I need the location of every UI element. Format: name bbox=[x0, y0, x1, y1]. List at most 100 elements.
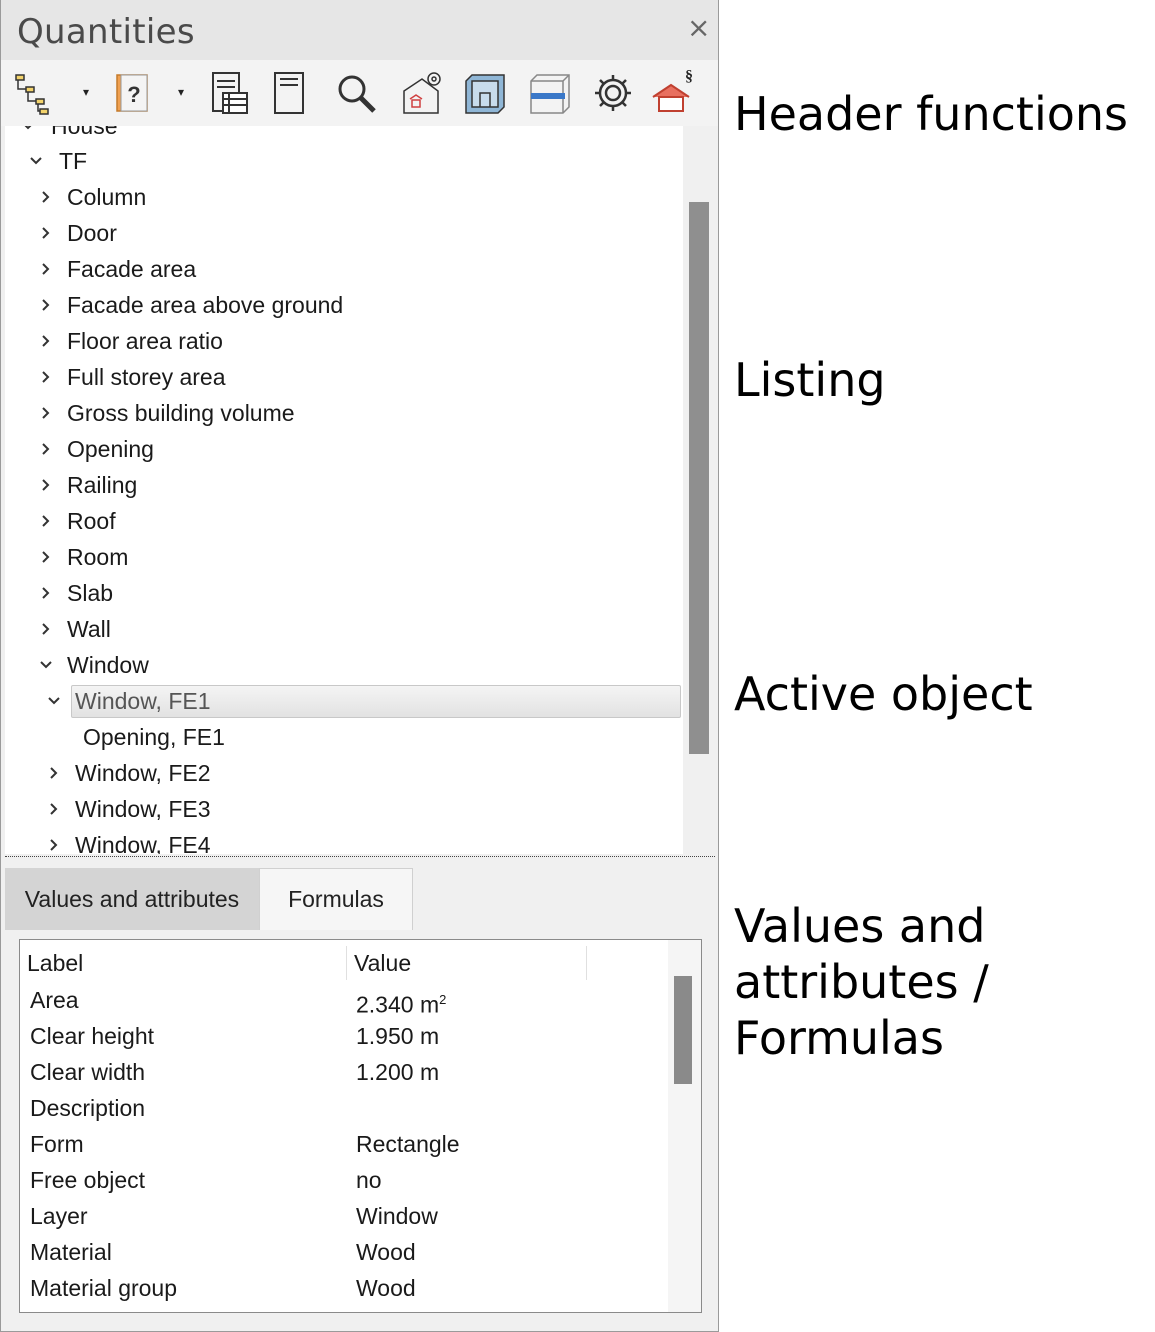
cell-value: 1.950 m bbox=[356, 1023, 440, 1049]
column-separator[interactable] bbox=[586, 946, 587, 980]
tree-item-wall[interactable]: Wall bbox=[5, 611, 683, 647]
tree-row-label: TF bbox=[59, 148, 88, 174]
tree-item-floor-area-ratio[interactable]: Floor area ratio bbox=[5, 323, 683, 359]
table-scrollbar[interactable] bbox=[668, 940, 701, 1312]
tree-item-label: Window, FE2 bbox=[75, 760, 211, 786]
tree-item-label: Window, FE1 bbox=[75, 688, 211, 714]
house-settings-icon[interactable] bbox=[397, 68, 447, 118]
chevron-right-icon[interactable] bbox=[35, 251, 57, 287]
tree-item-label: Opening, FE1 bbox=[83, 724, 225, 750]
book-dropdown-icon[interactable]: ▾ bbox=[172, 82, 190, 102]
tab-values-and-attributes[interactable]: Values and attributes bbox=[5, 868, 259, 930]
chevron-right-icon[interactable] bbox=[35, 359, 57, 395]
list-report-icon[interactable] bbox=[204, 68, 254, 118]
tree-scrollbar[interactable] bbox=[683, 126, 717, 854]
search-icon[interactable] bbox=[331, 68, 381, 118]
tree-item-label: Facade area above ground bbox=[67, 292, 344, 318]
cell-label: Layer bbox=[30, 1203, 88, 1229]
tree-item-column[interactable]: Column bbox=[5, 179, 683, 215]
tree-row-house[interactable]: House bbox=[5, 126, 683, 144]
chevron-down-icon[interactable] bbox=[17, 126, 39, 144]
question-book-icon[interactable]: ? bbox=[107, 68, 157, 118]
tree-item-railing[interactable]: Railing bbox=[5, 467, 683, 503]
chevron-right-icon[interactable] bbox=[35, 467, 57, 503]
header-toolbar: ▾ ? ▾ § bbox=[1, 60, 718, 126]
tree-item-roof[interactable]: Roof bbox=[5, 503, 683, 539]
column-header-value[interactable]: Value bbox=[354, 950, 411, 977]
tree-item-label: Roof bbox=[67, 508, 116, 534]
column-separator[interactable] bbox=[346, 946, 347, 980]
gear-icon[interactable] bbox=[588, 68, 638, 118]
table-row[interactable]: Free object no bbox=[20, 1162, 665, 1198]
tree-scrollbar-thumb[interactable] bbox=[689, 202, 709, 754]
chevron-right-icon[interactable] bbox=[35, 179, 57, 215]
annotation-values-line3: Formulas bbox=[734, 1011, 944, 1065]
close-icon[interactable]: × bbox=[687, 14, 710, 42]
panel-titlebar: Quantities × bbox=[1, 0, 718, 60]
table-row[interactable]: Form Rectangle bbox=[20, 1126, 665, 1162]
tree-item-gross-building-volume[interactable]: Gross building volume bbox=[5, 395, 683, 431]
tree-structure-icon[interactable] bbox=[9, 68, 59, 118]
chevron-right-icon[interactable] bbox=[35, 323, 57, 359]
tree-item-window[interactable]: Window bbox=[5, 647, 683, 683]
column-header-label[interactable]: Label bbox=[27, 950, 83, 977]
table-row[interactable]: Material Wood bbox=[20, 1234, 665, 1270]
chevron-right-icon[interactable] bbox=[35, 287, 57, 323]
slab-box-icon[interactable] bbox=[524, 68, 574, 118]
pane-splitter[interactable] bbox=[5, 856, 715, 858]
table-row[interactable]: Area 2.340 m2 bbox=[20, 982, 665, 1018]
table-scrollbar-thumb[interactable] bbox=[674, 976, 692, 1084]
tree-item-window-fe3[interactable]: Window, FE3 bbox=[5, 791, 683, 827]
cell-label: Description bbox=[30, 1095, 146, 1121]
cell-label: Clear width bbox=[30, 1059, 146, 1085]
tree-row-tf[interactable]: TF bbox=[5, 143, 683, 179]
annotation-values-line2: attributes / bbox=[734, 955, 989, 1009]
cell-value: Window bbox=[356, 1203, 438, 1229]
annotation-listing: Listing bbox=[734, 353, 886, 407]
tree-item-window-fe2[interactable]: Window, FE2 bbox=[5, 755, 683, 791]
tree-item-facade-area[interactable]: Facade area bbox=[5, 251, 683, 287]
chevron-right-icon[interactable] bbox=[35, 575, 57, 611]
house-regulation-icon[interactable]: § bbox=[646, 68, 696, 118]
chevron-down-icon[interactable] bbox=[43, 683, 65, 719]
tree-item-full-storey-area[interactable]: Full storey area bbox=[5, 359, 683, 395]
tree-item-room[interactable]: Room bbox=[5, 539, 683, 575]
tree-row-label: House bbox=[51, 126, 118, 139]
tree-item-label: Wall bbox=[67, 616, 111, 642]
table-row[interactable]: Description bbox=[20, 1090, 665, 1126]
chevron-right-icon[interactable] bbox=[35, 611, 57, 647]
cell-value: Wood bbox=[356, 1239, 416, 1265]
tab-formulas[interactable]: Formulas bbox=[259, 868, 413, 930]
room-box-icon[interactable] bbox=[459, 68, 509, 118]
tree-item-facade-area-above-ground[interactable]: Facade area above ground bbox=[5, 287, 683, 323]
tree-item-label: Door bbox=[67, 220, 117, 246]
chevron-right-icon[interactable] bbox=[35, 539, 57, 575]
tree-item-window-fe4[interactable]: Window, FE4 bbox=[5, 827, 683, 854]
chevron-right-icon[interactable] bbox=[35, 395, 57, 431]
table-row[interactable]: Clear height 1.950 m bbox=[20, 1018, 665, 1054]
chevron-right-icon[interactable] bbox=[35, 503, 57, 539]
cell-value: 2.340 m2 bbox=[356, 991, 447, 1018]
chevron-right-icon[interactable] bbox=[43, 791, 65, 827]
tree-item-label: Floor area ratio bbox=[67, 328, 223, 354]
tree-dropdown-icon[interactable]: ▾ bbox=[77, 82, 95, 102]
chevron-right-icon[interactable] bbox=[35, 215, 57, 251]
tree-item-door[interactable]: Door bbox=[5, 215, 683, 251]
tree-item-opening[interactable]: Opening bbox=[5, 431, 683, 467]
chevron-right-icon[interactable] bbox=[35, 431, 57, 467]
tree-item-slab[interactable]: Slab bbox=[5, 575, 683, 611]
chevron-down-icon[interactable] bbox=[35, 647, 57, 683]
tree-item-label: Opening bbox=[67, 436, 154, 462]
notebook-icon[interactable] bbox=[264, 68, 314, 118]
annotation-active-object: Active object bbox=[734, 667, 1033, 721]
table-row[interactable]: Clear width 1.200 m bbox=[20, 1054, 665, 1090]
tree-item-label: Railing bbox=[67, 472, 138, 498]
tree-item-opening-fe1[interactable]: Opening, FE1 bbox=[5, 719, 683, 755]
chevron-right-icon[interactable] bbox=[43, 827, 65, 854]
table-row[interactable]: Layer Window bbox=[20, 1198, 665, 1234]
chevron-down-icon[interactable] bbox=[25, 143, 47, 179]
chevron-right-icon[interactable] bbox=[43, 755, 65, 791]
table-row[interactable]: Material group Wood bbox=[20, 1270, 665, 1306]
section-symbol: § bbox=[685, 69, 693, 85]
tree-item-window-fe1[interactable]: Window, FE1 bbox=[5, 683, 683, 719]
